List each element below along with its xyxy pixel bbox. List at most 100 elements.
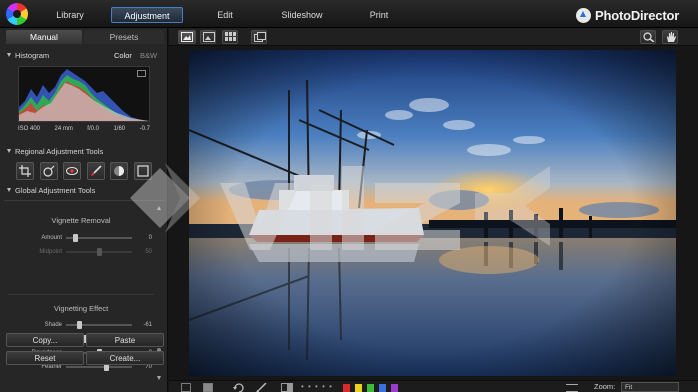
compare-view-button[interactable]: [200, 30, 216, 44]
frame-tool-button[interactable]: [133, 162, 152, 180]
compare-view-icon: [203, 32, 215, 42]
single-view-button[interactable]: [178, 30, 196, 44]
photo-preview[interactable]: [189, 50, 676, 376]
red-eye-tool-button[interactable]: [63, 162, 82, 180]
paste-button[interactable]: Paste: [86, 333, 164, 347]
slider-track-amount[interactable]: [66, 234, 132, 242]
slider-handle[interactable]: [76, 321, 82, 329]
slider-handle[interactable]: [96, 248, 102, 256]
tab-print[interactable]: Print: [362, 7, 396, 23]
color-label-purple-icon[interactable]: [391, 384, 398, 392]
tab-library[interactable]: Library: [46, 7, 94, 23]
exif-aperture: f/0.0: [87, 126, 99, 132]
split-view-button[interactable]: [251, 30, 267, 44]
histogram-chart: [18, 66, 150, 122]
exif-info: ISO 400 24 mm f/0.0 1/60 -0.7: [18, 124, 150, 134]
hand-tool-button[interactable]: [662, 30, 678, 44]
frame-icon: [137, 165, 149, 177]
tab-slideshow[interactable]: Slideshow: [278, 7, 326, 23]
photo-canvas[interactable]: [169, 46, 698, 380]
divider: [8, 294, 154, 295]
rotate-icon[interactable]: [233, 383, 244, 392]
subtab-presets[interactable]: Presets: [84, 30, 164, 44]
slider-label: Shade: [44, 322, 62, 328]
tab-edit[interactable]: Edit: [208, 7, 242, 23]
histogram-color-toggle[interactable]: Color: [114, 49, 132, 63]
radial-filter-icon: [42, 165, 55, 177]
color-label-yellow-icon[interactable]: [355, 384, 362, 392]
clipping-warning-icon[interactable]: [137, 70, 146, 77]
red-eye-icon: [66, 166, 79, 176]
top-navigation-bar: Library Adjustment Edit Slideshow Print …: [0, 0, 698, 28]
collapse-triangle-icon: [7, 53, 11, 57]
color-label-red-icon[interactable]: [343, 384, 350, 392]
histogram-bw-toggle[interactable]: B&W: [140, 49, 157, 63]
collapse-triangle-icon: [7, 188, 11, 192]
subtab-manual[interactable]: Manual: [6, 30, 82, 44]
radial-filter-tool-button[interactable]: [39, 162, 58, 180]
tab-adjustment[interactable]: Adjustment: [111, 7, 183, 23]
global-tools-title: Global Adjustment Tools: [15, 186, 96, 195]
histogram-graph: [19, 69, 149, 121]
compare-icon[interactable]: [281, 383, 293, 392]
regional-tools-section-header[interactable]: Regional Adjustment Tools: [4, 145, 164, 159]
slider-row-amount: Amount 0: [8, 233, 154, 243]
grid-view-button[interactable]: [222, 30, 238, 44]
collapse-triangle-icon: [7, 149, 11, 153]
vignette-removal-title: Vignette Removal: [51, 216, 111, 225]
harbor-boat-photo: [189, 50, 676, 376]
regional-tools-title: Regional Adjustment Tools: [15, 147, 104, 156]
brush-icon: [90, 165, 102, 176]
zoom-tool-button[interactable]: [640, 30, 656, 44]
sort-menu-icon[interactable]: [566, 384, 578, 392]
color-label-blue-icon[interactable]: [379, 384, 386, 392]
slider-value: 50: [145, 249, 152, 255]
bottom-toolbar: • • • • • Zoom: Fit: [169, 380, 698, 392]
color-label-green-icon[interactable]: [367, 384, 374, 392]
rating-dots-icon[interactable]: • • • • •: [301, 381, 333, 392]
slider-label: Amount: [41, 235, 62, 241]
brush-icon[interactable]: [255, 382, 267, 392]
gradient-icon: [114, 166, 125, 176]
slider-value: 0: [148, 235, 152, 241]
vignetting-effect-title: Vignetting Effect: [53, 304, 109, 313]
crop-tool-button[interactable]: [16, 162, 34, 180]
slider-track-shade[interactable]: [66, 321, 132, 329]
divider: [4, 200, 164, 201]
scroll-down-arrow-icon[interactable]: [157, 376, 161, 380]
view-toolbar: [169, 28, 698, 46]
reset-button[interactable]: Reset: [6, 351, 84, 365]
exif-shutter: 1/60: [113, 126, 126, 132]
single-view-icon: [181, 32, 193, 42]
slider-label: Midpoint: [39, 249, 62, 255]
copy-button[interactable]: Copy...: [6, 333, 84, 347]
regional-tools-row: [16, 162, 152, 180]
slider-row-shade: Shade -61: [8, 320, 154, 330]
slider-row-midpoint: Midpoint 50: [8, 247, 154, 257]
exif-focal-length: 24 mm: [54, 126, 73, 132]
crop-icon: [19, 165, 31, 177]
grid-view-icon: [225, 32, 236, 41]
zoom-label: Zoom:: [594, 382, 616, 391]
create-preset-button[interactable]: Create...: [86, 351, 164, 365]
exif-iso: ISO 400: [18, 126, 41, 132]
app-logo-icon: [6, 3, 28, 25]
scroll-up-arrow-icon[interactable]: [157, 206, 161, 210]
single-photo-view-icon[interactable]: [181, 383, 191, 392]
brush-tool-button[interactable]: [86, 162, 105, 180]
slider-track-midpoint[interactable]: [66, 248, 132, 256]
gradient-tool-button[interactable]: [110, 162, 129, 180]
hand-icon: [667, 32, 676, 42]
split-view-icon: [254, 32, 266, 42]
brand-icon: [576, 7, 591, 23]
histogram-title: Histogram: [15, 51, 50, 60]
slider-track-feather[interactable]: [66, 363, 132, 371]
exif-exposure: -0.7: [139, 126, 150, 132]
zoom-icon: [643, 32, 655, 42]
slider-handle[interactable]: [73, 234, 79, 242]
zoom-select[interactable]: Fit: [621, 382, 679, 392]
global-tools-section-header[interactable]: Global Adjustment Tools: [4, 184, 164, 198]
brand: PhotoDirector: [576, 6, 679, 24]
brand-name: PhotoDirector: [595, 7, 680, 23]
before-after-view-icon[interactable]: [203, 383, 213, 392]
